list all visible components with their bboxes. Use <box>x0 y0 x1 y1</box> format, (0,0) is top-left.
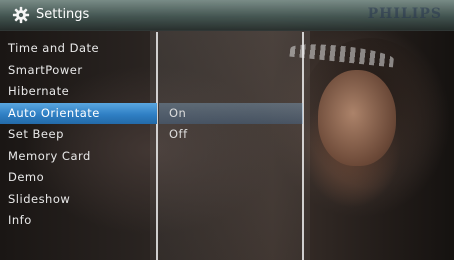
menu-item-auto-orientate[interactable]: Auto Orientate <box>0 102 157 124</box>
menu-item-label: Hibernate <box>8 84 70 98</box>
title-bar: Settings PHILIPS <box>0 0 454 31</box>
menu-item-set-beep[interactable]: Set Beep <box>0 124 157 146</box>
gear-icon <box>12 6 30 24</box>
menu-item-label: Time and Date <box>8 41 100 55</box>
page-title: Settings <box>36 7 90 22</box>
menu-item-label: Slideshow <box>8 191 71 206</box>
menu-item-info[interactable]: Info <box>0 210 157 232</box>
option-off[interactable]: Off <box>159 124 303 146</box>
menu-item-demo[interactable]: Demo <box>0 167 157 189</box>
menu-item-label: Info <box>8 213 32 227</box>
menu-item-label: Auto Orientate <box>8 105 100 120</box>
option-list: On Off <box>159 38 303 146</box>
photo-frame-screen: Settings PHILIPS Time and Date SmartPowe… <box>0 0 454 260</box>
menu-item-label: SmartPower <box>8 62 83 77</box>
menu-item-label: Demo <box>8 170 45 184</box>
option-on[interactable]: On <box>159 102 303 124</box>
menu-item-label: Memory Card <box>8 148 91 163</box>
menu-item-smartpower[interactable]: SmartPower <box>0 60 157 82</box>
menu-item-time-and-date[interactable]: Time and Date <box>0 38 157 60</box>
background-photo-face <box>318 70 396 166</box>
menu-item-slideshow[interactable]: Slideshow <box>0 189 157 211</box>
menu-item-label: Set Beep <box>8 127 64 141</box>
menu-item-hibernate[interactable]: Hibernate <box>0 81 157 103</box>
brand-logo: PHILIPS <box>367 6 442 22</box>
settings-menu: Time and Date SmartPower Hibernate Auto … <box>0 38 157 232</box>
menu-item-memory-card[interactable]: Memory Card <box>0 146 157 168</box>
